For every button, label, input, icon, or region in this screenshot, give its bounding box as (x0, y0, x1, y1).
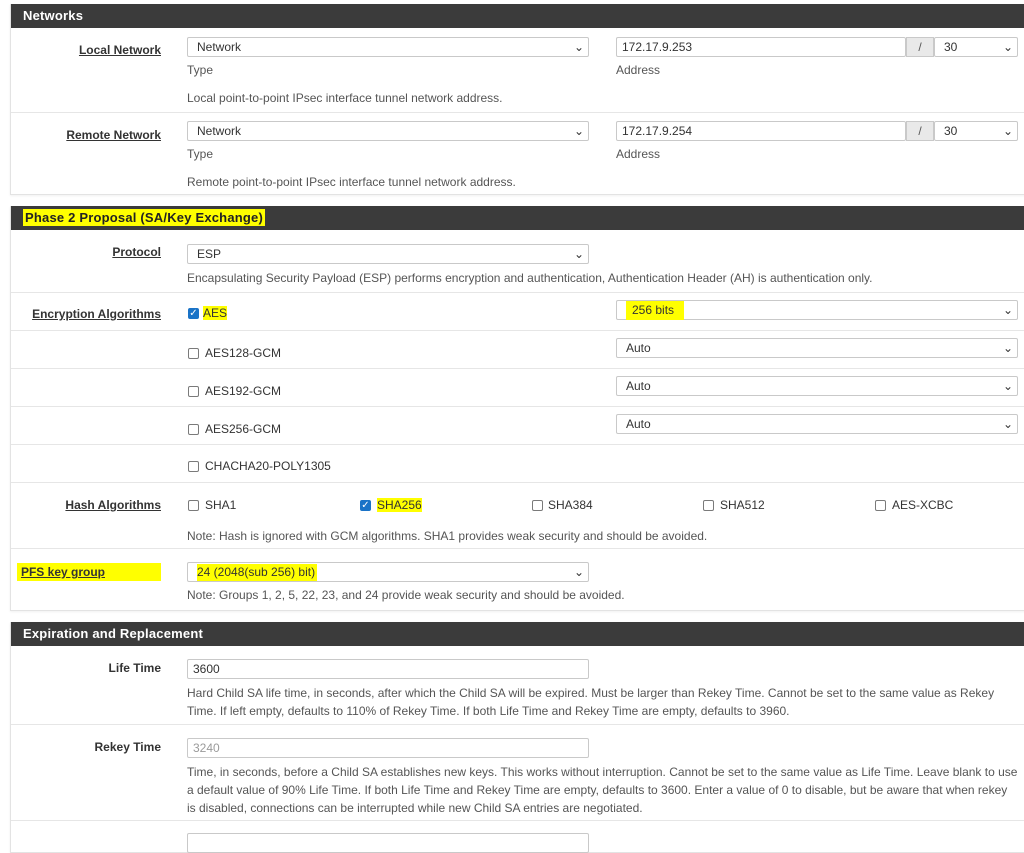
encryption-row-aes192gcm: AES192-GCM Auto ⌄ (11, 368, 1024, 407)
protocol-select[interactable]: ESP ⌄ (187, 244, 589, 264)
chevron-down-icon: ⌄ (1002, 124, 1013, 138)
pfs-label: PFS key group (16, 563, 161, 581)
chevron-down-icon: ⌄ (573, 565, 584, 579)
sha256-label: SHA256 (377, 498, 422, 512)
remote-prefix-select[interactable]: 30 ⌄ (934, 121, 1018, 141)
aes128gcm-label: AES128-GCM (205, 346, 282, 360)
hash-label: Hash Algorithms (65, 498, 161, 512)
networks-header: Networks (11, 4, 1024, 28)
aes-keylen-select[interactable]: 256 bits ⌄ (616, 300, 1018, 320)
local-network-type-select[interactable]: Network ⌄ (187, 37, 589, 57)
sha1-label: SHA1 (205, 498, 237, 512)
chevron-down-icon: ⌄ (573, 247, 584, 261)
aes-checkbox[interactable]: ✓ (188, 308, 199, 319)
lifetime-help: Hard Child SA life time, in seconds, aft… (187, 686, 995, 718)
aes128gcm-keylen-select[interactable]: Auto ⌄ (616, 338, 1018, 358)
remote-network-row: Remote Network Network ⌄ Type 172.17.9.25… (11, 112, 1024, 195)
local-type-caption: Type (187, 63, 214, 77)
next-row-partial (11, 820, 1024, 853)
remote-network-help: Remote point-to-point IPsec interface tu… (187, 175, 516, 189)
rekey-row: Rekey Time 3240 Time, in seconds, before… (11, 724, 1024, 821)
remote-address-caption: Address (616, 147, 661, 161)
protocol-row: Protocol ESP ⌄ Encapsulating Security Pay… (11, 230, 1024, 292)
lifetime-input[interactable]: 3600 (187, 659, 589, 679)
aes256gcm-keylen-select[interactable]: Auto ⌄ (616, 414, 1018, 434)
pfs-help: Note: Groups 1, 2, 5, 22, 23, and 24 pro… (187, 588, 625, 602)
phase2-header: Phase 2 Proposal (SA/Key Exchange) (11, 206, 1024, 230)
chevron-down-icon: ⌄ (573, 124, 584, 138)
chevron-down-icon: ⌄ (1002, 40, 1013, 54)
aes192gcm-keylen-select[interactable]: Auto ⌄ (616, 376, 1018, 396)
aes-label: AES (203, 306, 228, 320)
encryption-row-aes128gcm: AES128-GCM Auto ⌄ (11, 330, 1024, 369)
remote-type-caption: Type (187, 147, 214, 161)
local-network-help: Local point-to-point IPsec interface tun… (187, 91, 503, 105)
aes192gcm-label: AES192-GCM (205, 384, 282, 398)
aes128gcm-checkbox[interactable] (188, 348, 199, 359)
remote-slash-addon: / (906, 121, 934, 141)
remote-network-type-select[interactable]: Network ⌄ (187, 121, 589, 141)
chevron-down-icon: ⌄ (1002, 379, 1013, 393)
hash-row: Hash Algorithms SHA1 ✓ SHA256 SHA384 SHA… (11, 482, 1024, 549)
pfs-select[interactable]: 24 (2048(sub 256) bit) ⌄ (187, 562, 589, 582)
local-prefix-select[interactable]: 30 ⌄ (934, 37, 1018, 57)
sha512-checkbox[interactable] (703, 500, 714, 511)
networks-panel: Networks Local Network Network ⌄ Type 172… (10, 4, 1024, 195)
sha512-label: SHA512 (720, 498, 765, 512)
local-slash-addon: / (906, 37, 934, 57)
rekey-label: Rekey Time (94, 740, 162, 754)
local-network-label: Local Network (78, 43, 161, 57)
encryption-row-chacha20: CHACHA20-POLY1305 (11, 444, 1024, 483)
hash-help: Note: Hash is ignored with GCM algorithm… (187, 529, 708, 543)
pfs-row: PFS key group 24 (2048(sub 256) bit) ⌄ No… (11, 548, 1024, 611)
lifetime-row: Life Time 3600 Hard Child SA life time, … (11, 646, 1024, 724)
sha384-checkbox[interactable] (532, 500, 543, 511)
aes192gcm-checkbox[interactable] (188, 386, 199, 397)
next-row-input[interactable] (187, 833, 589, 853)
rekey-input[interactable]: 3240 (187, 738, 589, 758)
aes256gcm-checkbox[interactable] (188, 424, 199, 435)
remote-network-label: Remote Network (66, 128, 161, 142)
sha256-checkbox[interactable]: ✓ (360, 500, 371, 511)
chevron-down-icon: ⌄ (1002, 341, 1013, 355)
rekey-help: Time, in seconds, before a Child SA esta… (187, 765, 1018, 815)
protocol-help: Encapsulating Security Payload (ESP) per… (187, 271, 873, 285)
chevron-down-icon: ⌄ (1002, 303, 1013, 317)
chacha20-label: CHACHA20-POLY1305 (205, 459, 331, 473)
local-address-input[interactable]: 172.17.9.253 (616, 37, 906, 57)
aes-xcbc-checkbox[interactable] (875, 500, 886, 511)
lifetime-label: Life Time (108, 661, 161, 675)
protocol-label: Protocol (112, 245, 161, 259)
expiration-panel: Expiration and Replacement Life Time 360… (10, 622, 1024, 853)
sha384-label: SHA384 (548, 498, 593, 512)
aes256gcm-label: AES256-GCM (205, 422, 282, 436)
aes-xcbc-label: AES-XCBC (892, 498, 954, 512)
chacha20-checkbox[interactable] (188, 461, 199, 472)
phase2-panel: Phase 2 Proposal (SA/Key Exchange) Proto… (10, 206, 1024, 611)
encryption-row-aes256gcm: AES256-GCM Auto ⌄ (11, 406, 1024, 445)
encryption-row-aes: Encryption Algorithms ✓ AES 256 bits ⌄ (11, 292, 1024, 331)
expiration-header: Expiration and Replacement (11, 622, 1024, 646)
sha1-checkbox[interactable] (188, 500, 199, 511)
encryption-label: Encryption Algorithms (32, 307, 161, 321)
chevron-down-icon: ⌄ (1002, 417, 1013, 431)
remote-address-input[interactable]: 172.17.9.254 (616, 121, 906, 141)
local-network-row: Local Network Network ⌄ Type 172.17.9.253… (11, 28, 1024, 112)
chevron-down-icon: ⌄ (573, 40, 584, 54)
local-address-caption: Address (616, 63, 661, 77)
